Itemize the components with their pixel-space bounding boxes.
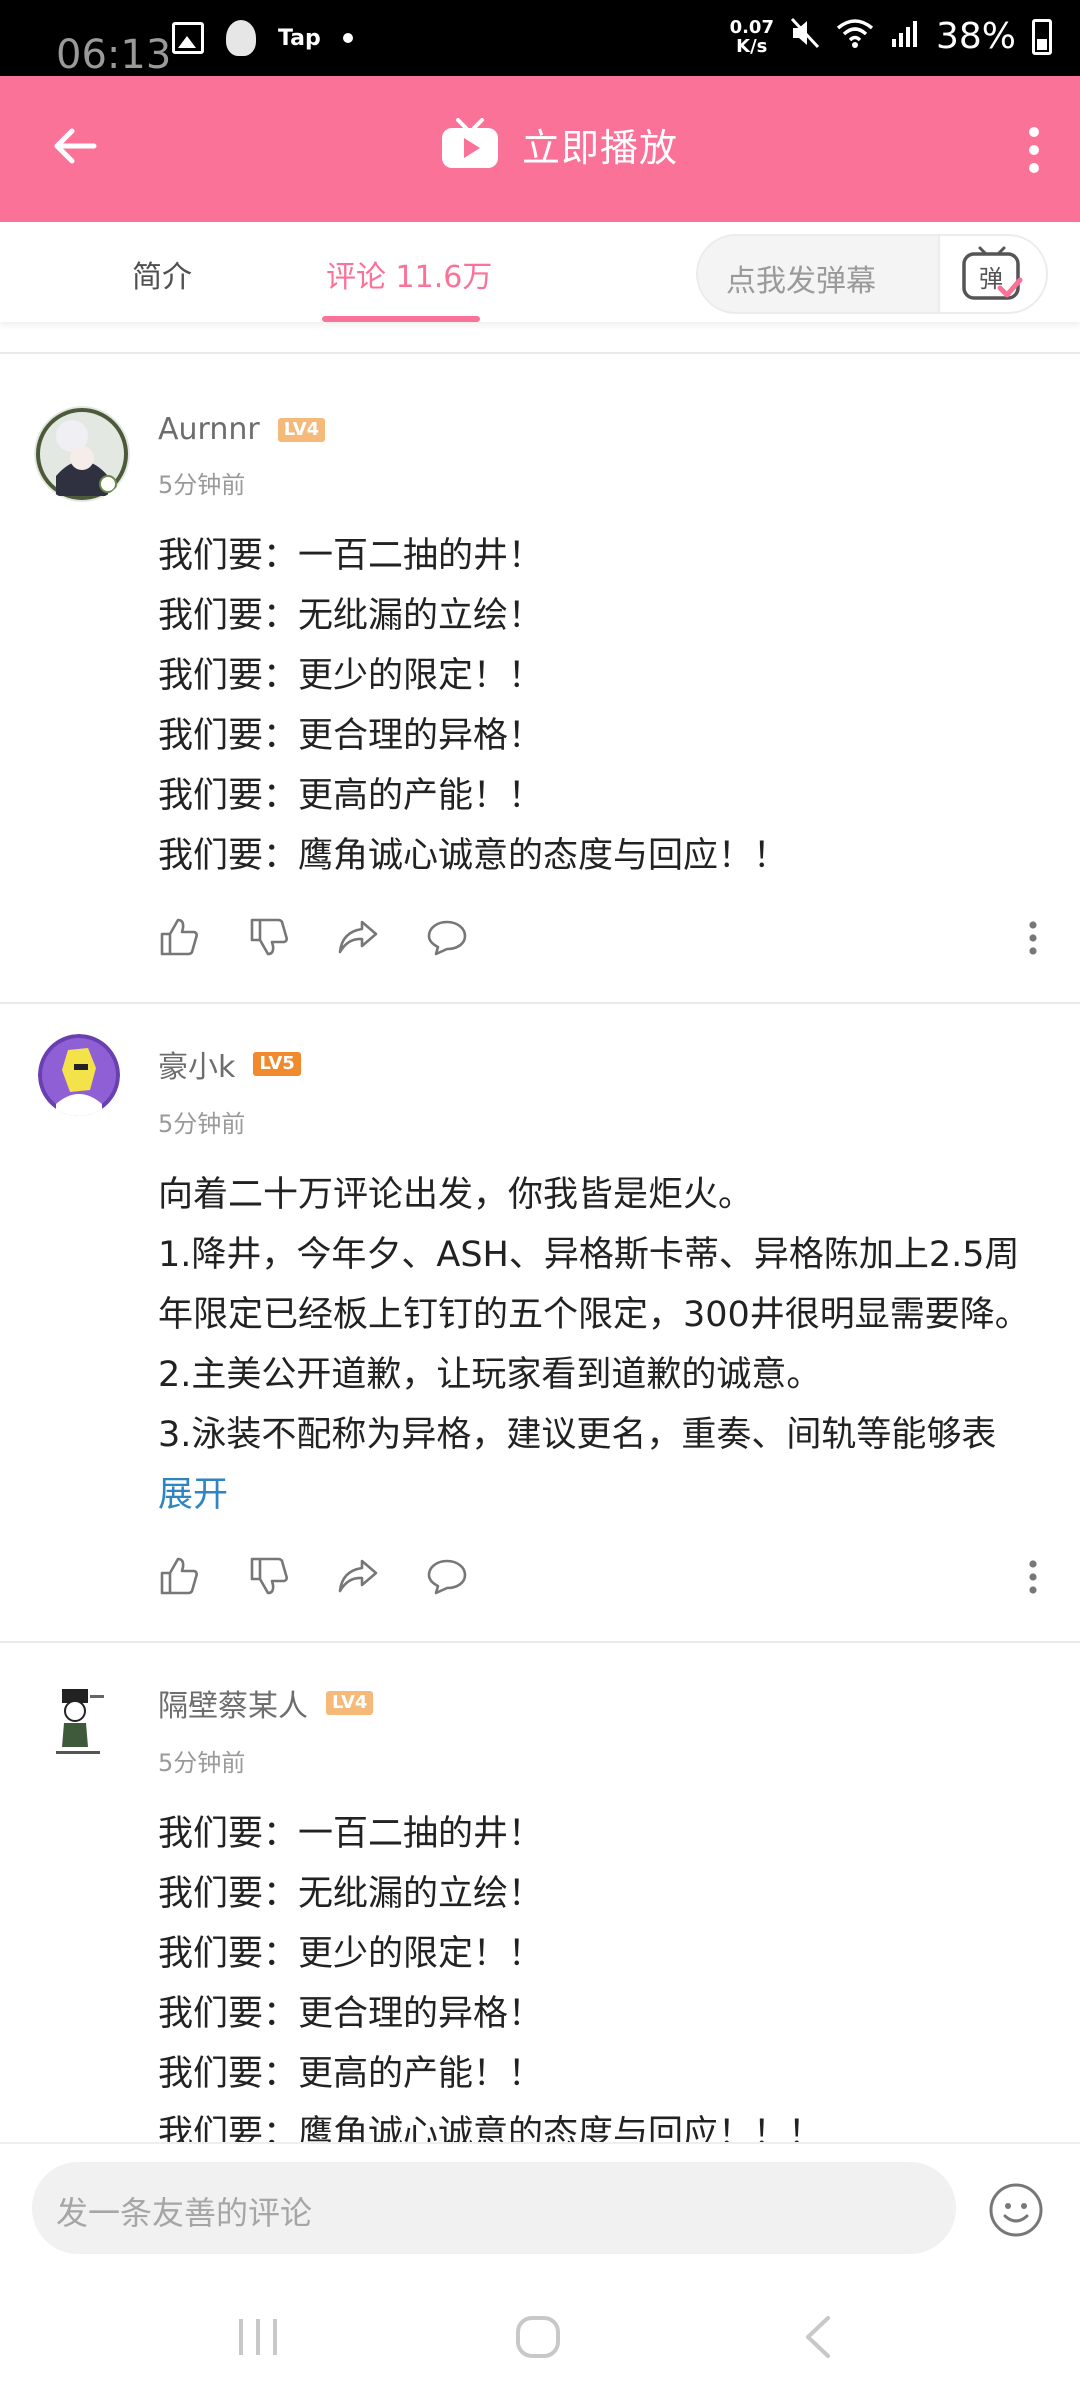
comment-line: 我们要：更高的产能！！ [158, 776, 544, 816]
level-badge: LV5 [253, 1052, 301, 1076]
danmaku-toggle-button[interactable]: 弹 [938, 236, 1046, 312]
comment-text[interactable]: 我们要：一百二抽的井！ 我们要：无纰漏的立绘！ 我们要：更少的限定！！ 我们要：… [158, 1804, 1044, 2142]
username[interactable]: 隔壁蔡某人 [158, 1681, 308, 1725]
comment-line: 2.主美公开道歉，让玩家看到道歉的诚意。 [158, 1355, 822, 1395]
tab-comments[interactable]: 评论 11.6万 [326, 252, 492, 296]
comment-line: 向着二十万评论出发，你我皆是炬火。 [158, 1175, 754, 1215]
avatar-image [38, 1034, 120, 1116]
comment-input[interactable]: 发一条友善的评论 [32, 2162, 956, 2254]
previous-comment-edge [0, 322, 1080, 354]
comment-line: 我们要：一百二抽的井！ [158, 1814, 544, 1854]
thumbs-down-icon[interactable] [248, 916, 290, 958]
comment-line: 我们要：更高的产能！！ [158, 2054, 544, 2094]
comment-line: 我们要：更少的限定！！ [158, 1934, 544, 1974]
notification-icons: Tap [172, 20, 353, 56]
tv-play-icon [442, 118, 498, 168]
comment-time: 5分钟前 [158, 1110, 246, 1138]
status-time: 06:13 [56, 32, 172, 78]
wifi-icon [836, 18, 874, 56]
comment-line: 我们要：鹰角诚心诚意的态度与回应！！ [158, 836, 789, 876]
recents-icon[interactable] [236, 2316, 280, 2358]
comment-line: 我们要：鹰角诚心诚意的态度与回应！！！ [158, 2114, 824, 2142]
tab-bar: 简介 评论 11.6万 点我发弹幕 弹 [0, 222, 1080, 322]
comment-line: 我们要：更少的限定！！ [158, 656, 544, 696]
avatar[interactable] [44, 1675, 114, 1765]
gallery-icon [172, 22, 204, 54]
username[interactable]: Aurnnr [158, 412, 260, 447]
comment-time: 5分钟前 [158, 1749, 246, 1777]
battery-icon [1032, 18, 1052, 55]
comment-more-icon[interactable] [1028, 920, 1038, 956]
comment-input-placeholder: 发一条友善的评论 [56, 2194, 313, 2232]
network-speed-unit: K/s [736, 35, 768, 57]
username[interactable]: 豪小k [158, 1042, 235, 1086]
taptap-icon: Tap [278, 25, 321, 51]
comment-time: 5分钟前 [158, 471, 246, 499]
comment-item: 隔壁蔡某人 LV4 5分钟前 我们要：一百二抽的井！ 我们要：无纰漏的立绘！ 我… [0, 1643, 1080, 2142]
comment-line: 3.泳装不配称为异格，建议更名，重奏、间轨等能够表 [158, 1415, 997, 1455]
more-vertical-icon[interactable] [1028, 126, 1040, 174]
comment-line: 我们要：更合理的异格！ [158, 1994, 544, 2034]
comment-line: 我们要：一百二抽的井！ [158, 536, 544, 576]
comment-more-icon[interactable] [1028, 1559, 1038, 1595]
battery-percent: 38% [935, 16, 1016, 57]
comment-actions [158, 1525, 1080, 1641]
share-icon[interactable] [336, 916, 378, 958]
avatar[interactable] [38, 1034, 120, 1116]
comment-item: 豪小k LV5 5分钟前 向着二十万评论出发，你我皆是炬火。 1.降井，今年夕、… [0, 1004, 1080, 1643]
thumbs-down-icon[interactable] [248, 1555, 290, 1597]
comment-line: 我们要：无纰漏的立绘！ [158, 596, 544, 636]
tab-intro[interactable]: 简介 [132, 252, 192, 296]
thumbs-up-icon[interactable] [158, 1555, 200, 1597]
comment-item: Aurnnr LV4 5分钟前 我们要：一百二抽的井！ 我们要：无纰漏的立绘！ … [0, 374, 1080, 1004]
thumbs-up-icon[interactable] [158, 916, 200, 958]
system-icons: 0.07 K/s 38% [730, 16, 1052, 57]
status-bar: 06:13 Tap 0.07 K/s 38% [0, 0, 1080, 78]
emoji-icon[interactable] [988, 2182, 1044, 2238]
expand-link[interactable]: 展开 [158, 1465, 1080, 1525]
avatar-image [34, 406, 130, 502]
play-now-button[interactable]: 立即播放 [440, 116, 678, 172]
comment-line: 1.降井，今年夕、ASH、异格斯卡蒂、异格陈加上2.5周年限定已经板上钉钉的五个… [158, 1235, 1030, 1335]
comment-line: 我们要：无纰漏的立绘！ [158, 1874, 544, 1914]
back-nav-icon[interactable] [800, 2314, 836, 2360]
level-badge: LV4 [277, 417, 326, 442]
mute-icon [790, 17, 820, 57]
back-arrow-icon[interactable] [50, 121, 100, 171]
reply-bubble-icon[interactable] [426, 916, 468, 958]
comment-input-bar: 发一条友善的评论 [0, 2142, 1080, 2272]
more-notifications-icon [342, 33, 353, 43]
comment-list: Aurnnr LV4 5分钟前 我们要：一百二抽的井！ 我们要：无纰漏的立绘！ … [0, 322, 1080, 2142]
qq-penguin-icon [226, 20, 256, 56]
signal-icon [890, 17, 920, 57]
comment-text[interactable]: 我们要：一百二抽的井！ 我们要：无纰漏的立绘！ 我们要：更少的限定！！ 我们要：… [158, 526, 1044, 886]
comment-text[interactable]: 向着二十万评论出发，你我皆是炬火。 1.降井，今年夕、ASH、异格斯卡蒂、异格陈… [158, 1165, 1044, 1465]
home-icon[interactable] [514, 2314, 562, 2360]
network-speed-value: 0.07 [729, 16, 774, 38]
share-icon[interactable] [336, 1555, 378, 1597]
header-title: 立即播放 [522, 125, 679, 170]
danmaku-input[interactable]: 点我发弹幕 [726, 256, 876, 300]
avatar-image [44, 1675, 114, 1765]
reply-bubble-icon[interactable] [426, 1555, 468, 1597]
network-speed: 0.07 K/s [730, 18, 774, 56]
comment-actions [158, 886, 1080, 1002]
danmaku-entry[interactable]: 点我发弹幕 弹 [696, 234, 1048, 314]
system-nav-bar [0, 2272, 1080, 2400]
comment-line: 我们要：更合理的异格！ [158, 716, 544, 756]
app-header: 立即播放 [0, 76, 1080, 222]
avatar[interactable] [34, 406, 130, 502]
danmaku-icon: 弹 [962, 246, 1023, 300]
level-badge: LV4 [326, 1691, 374, 1715]
